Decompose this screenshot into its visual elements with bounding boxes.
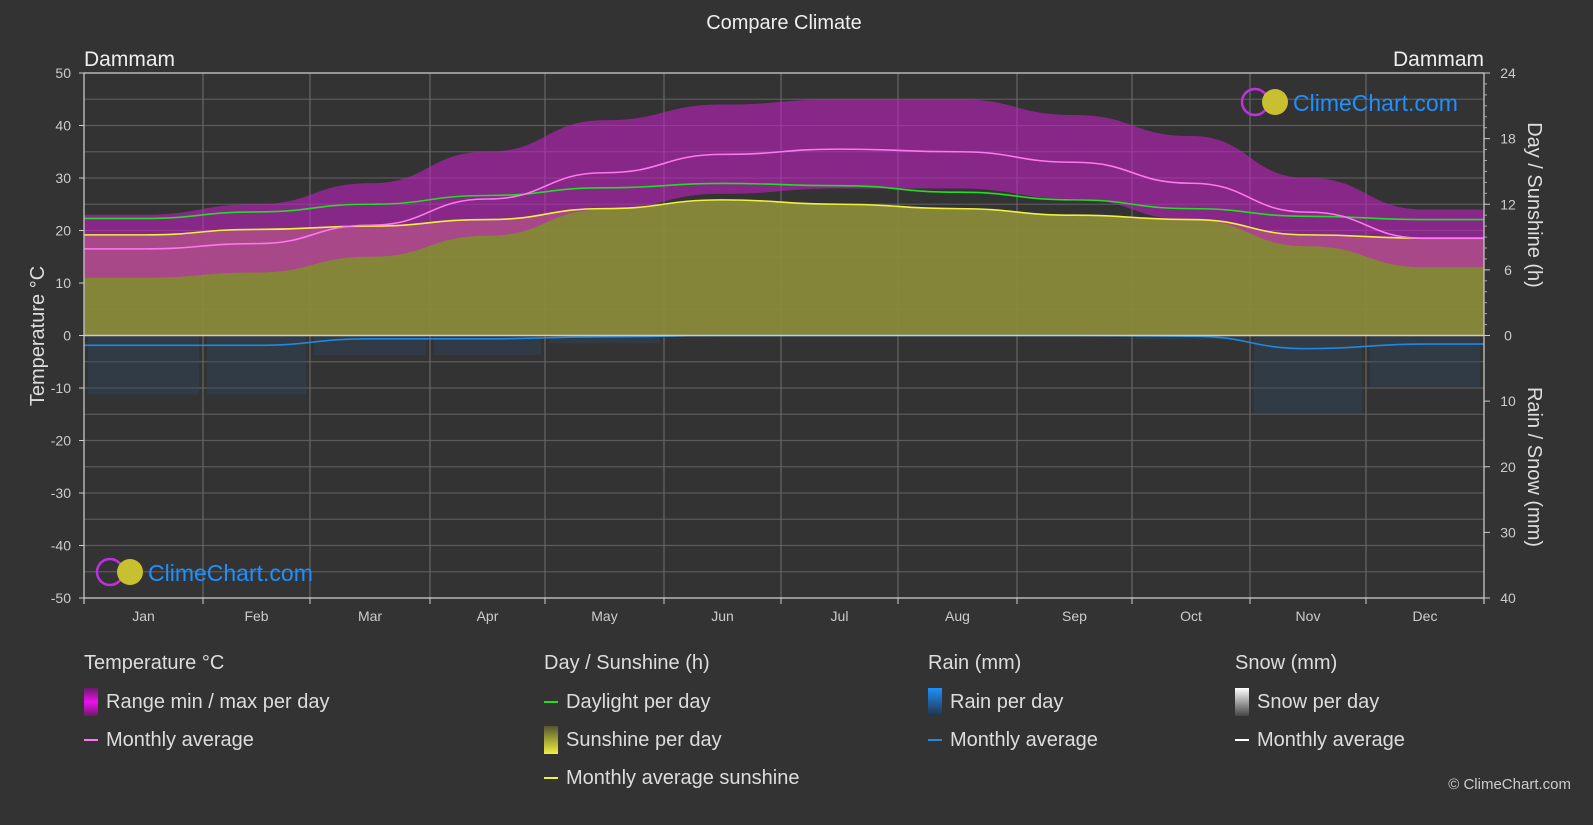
right-bottom-tick-label: 10 [1500, 393, 1516, 409]
logo-sun-icon [1262, 89, 1288, 115]
right-bottom-tick-label: 20 [1500, 459, 1516, 475]
legend-title: Snow (mm) [1235, 652, 1338, 674]
left-tick-label: -10 [51, 380, 71, 396]
legend-rain: Rain (mm) Rain per day Monthly average [928, 652, 1098, 766]
month-label: Jul [831, 608, 849, 624]
month-label: Jan [132, 608, 155, 624]
left-tick-label: 40 [55, 118, 71, 134]
month-label: Jun [711, 608, 734, 624]
legend-label: Rain per day [950, 690, 1064, 713]
right-top-tick-label: 0 [1504, 328, 1512, 344]
legend-label: Snow per day [1257, 690, 1380, 713]
range-swatch-icon [84, 688, 98, 716]
watermark-top: ClimeChart.com [1240, 87, 1458, 117]
watermark-text: ClimeChart.com [148, 560, 313, 586]
legend-snow: Snow (mm) Snow per day Monthly average [1235, 652, 1405, 766]
climate-chart: Compare Climate Dammam Dammam 50 40 30 20 10… [27, 12, 1545, 624]
line-swatch-icon [84, 739, 98, 741]
watermark-bottom: ClimeChart.com [95, 557, 313, 587]
location-right: Dammam [1393, 48, 1484, 71]
left-tick-label: -30 [51, 485, 71, 501]
legend-sunshine: Day / Sunshine (h) Daylight per day Suns… [544, 652, 799, 804]
left-tick-label: -20 [51, 433, 71, 449]
month-label: Apr [477, 608, 499, 624]
right-bottom-tick-label: 30 [1500, 524, 1516, 540]
legend-label: Monthly average [1257, 728, 1405, 751]
month-label: Oct [1180, 608, 1202, 624]
left-tick-label: -50 [51, 590, 71, 606]
right-axis-top-label: Day / Sunshine (h) [1523, 122, 1545, 288]
snow-swatch-icon [1235, 688, 1249, 716]
month-label: Nov [1296, 608, 1321, 624]
rain-swatch-icon [928, 688, 942, 716]
rain-bar [88, 335, 199, 395]
left-tick-label: 30 [55, 170, 71, 186]
legend-label: Sunshine per day [566, 728, 722, 751]
right-top-tick-label: 24 [1500, 65, 1516, 81]
location-left: Dammam [84, 48, 175, 71]
month-label: Aug [945, 608, 970, 624]
legend-temperature: Temperature °C Range min / max per day M… [84, 652, 329, 766]
legend-title: Temperature °C [84, 652, 225, 674]
left-axis-label: Temperature °C [27, 266, 49, 406]
watermark-text: ClimeChart.com [1293, 90, 1458, 116]
line-swatch-icon [544, 777, 558, 779]
chart-title: Compare Climate [706, 12, 862, 34]
line-swatch-icon [928, 739, 942, 741]
line-swatch-icon [1235, 739, 1249, 741]
right-top-tick-label: 6 [1504, 262, 1512, 278]
sunshine-swatch-icon [544, 726, 558, 754]
logo-sun-icon [117, 559, 143, 585]
right-axis-bottom-label: Rain / Snow (mm) [1523, 387, 1545, 547]
legend-title: Rain (mm) [928, 652, 1022, 674]
month-label: Sep [1062, 608, 1087, 624]
month-label: Dec [1413, 608, 1438, 624]
legend-label: Monthly average [950, 728, 1098, 751]
right-top-tick-label: 12 [1500, 196, 1516, 212]
right-top-tick-label: 18 [1500, 131, 1516, 147]
legend-title: Day / Sunshine (h) [544, 652, 710, 674]
legend-label: Daylight per day [566, 690, 711, 713]
line-swatch-icon [544, 701, 558, 703]
month-label: Mar [358, 608, 382, 624]
legend-label: Range min / max per day [106, 690, 330, 713]
left-tick-label: 50 [55, 65, 71, 81]
chart-marks [83, 99, 1484, 415]
month-label: May [591, 608, 617, 624]
left-tick-label: 20 [55, 223, 71, 239]
legend-label: Monthly average sunshine [566, 766, 800, 789]
left-tick-label: 0 [63, 328, 71, 344]
month-label: Feb [244, 608, 268, 624]
legend-label: Monthly average [106, 728, 254, 751]
left-tick-label: 10 [55, 275, 71, 291]
left-tick-label: -40 [51, 538, 71, 554]
rain-bar [1370, 335, 1480, 387]
copyright: © ClimeChart.com [1448, 776, 1571, 793]
right-bottom-tick-label: 40 [1500, 590, 1516, 606]
